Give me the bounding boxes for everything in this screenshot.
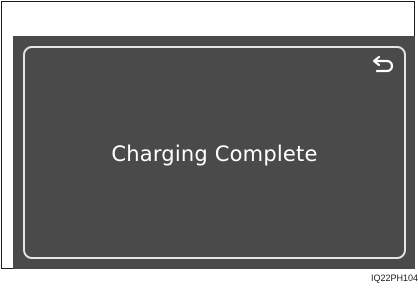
back-button[interactable] [368, 54, 398, 78]
status-message: Charging Complete [111, 142, 318, 166]
figure-code: IQ22PH104 [370, 273, 418, 283]
message-panel: Charging Complete [23, 46, 406, 259]
display-screen: Charging Complete [13, 36, 415, 269]
return-arrow-icon [370, 54, 396, 78]
